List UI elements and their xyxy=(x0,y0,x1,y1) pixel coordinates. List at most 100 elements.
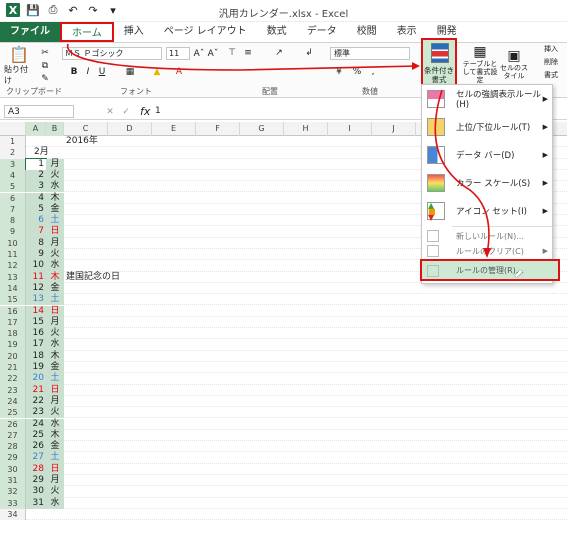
format-cells-button[interactable]: 書式 xyxy=(536,70,566,80)
cell-c[interactable] xyxy=(64,475,264,486)
cell-b[interactable] xyxy=(46,147,64,158)
fill-color-icon[interactable]: ▲ xyxy=(150,66,164,78)
row-header[interactable]: 16 xyxy=(0,305,26,317)
cell-a[interactable]: 19 xyxy=(26,362,46,374)
cell-c[interactable] xyxy=(64,362,264,373)
cell-b[interactable]: 土 xyxy=(46,294,64,306)
cell-c[interactable] xyxy=(64,238,264,249)
cell-b[interactable]: 日 xyxy=(46,384,64,396)
cell-b[interactable]: 土 xyxy=(46,452,64,464)
cell-b[interactable]: 火 xyxy=(46,249,64,261)
cell-a[interactable]: 9 xyxy=(26,249,46,261)
cell-a[interactable]: 31 xyxy=(26,497,46,509)
cell-a[interactable]: 21 xyxy=(26,384,46,396)
cell-b[interactable] xyxy=(46,509,64,520)
row-header[interactable]: 30 xyxy=(0,463,26,475)
cell-b[interactable]: 月 xyxy=(46,395,64,408)
cell-b[interactable]: 土 xyxy=(46,215,64,227)
cell-b[interactable]: 水 xyxy=(46,418,64,430)
menu-item-top-bottom[interactable]: 上位/下位ルール(T) ▶ xyxy=(422,115,554,139)
cell-c[interactable] xyxy=(64,215,264,226)
row-header[interactable]: 14 xyxy=(0,282,26,295)
row-header[interactable]: 33 xyxy=(0,497,26,509)
cell-b[interactable]: 火 xyxy=(46,328,64,340)
row-header[interactable]: 32 xyxy=(0,486,26,498)
cell-c[interactable] xyxy=(64,430,264,441)
copy-icon[interactable]: ⧉ xyxy=(38,60,52,72)
cell-c[interactable] xyxy=(64,509,264,520)
cell-b[interactable]: 金 xyxy=(46,362,64,374)
name-box[interactable]: A3 xyxy=(4,105,74,118)
cell-a[interactable]: 15 xyxy=(26,316,46,329)
cell-b[interactable]: 日 xyxy=(46,463,64,475)
font-name-select[interactable]: ＭＳ Ｐゴシック xyxy=(62,47,162,60)
cell-b[interactable]: 木 xyxy=(46,429,64,442)
cell-b[interactable]: 火 xyxy=(46,486,64,498)
cell-c[interactable]: 2016年 xyxy=(64,136,264,147)
wrap-text-icon[interactable]: ↲ xyxy=(302,47,316,59)
cell-c[interactable] xyxy=(64,351,264,362)
row-header[interactable]: 27 xyxy=(0,429,26,442)
row-header[interactable]: 3 xyxy=(0,158,26,170)
cell-a[interactable]: 20 xyxy=(26,373,46,385)
menu-item-clear-rules[interactable]: ルールのクリア(C) ▶ xyxy=(422,244,554,258)
cell-c[interactable] xyxy=(64,249,264,260)
cell-a[interactable]: 8 xyxy=(26,237,46,249)
column-header-a[interactable]: A xyxy=(26,122,46,136)
row-header[interactable]: 17 xyxy=(0,316,26,329)
cut-icon[interactable]: ✂ xyxy=(38,47,52,59)
cell-a[interactable]: 14 xyxy=(26,305,46,317)
row-header[interactable]: 31 xyxy=(0,475,26,487)
cell-c[interactable] xyxy=(64,464,264,475)
cell-a[interactable]: 25 xyxy=(26,429,46,442)
align-middle-icon[interactable]: ≡ xyxy=(241,47,255,59)
tab-page-layout[interactable]: ページ レイアウト xyxy=(154,22,257,42)
font-size-select[interactable]: 11 xyxy=(166,47,190,60)
format-painter-icon[interactable]: ✎ xyxy=(38,73,52,85)
menu-item-data-bar[interactable]: データ バー(D) ▶ xyxy=(422,143,554,167)
delete-cells-button[interactable]: 削除 xyxy=(536,57,566,67)
tab-formulas[interactable]: 数式 xyxy=(257,22,297,42)
cell-a[interactable]: 10 xyxy=(26,260,46,272)
column-header-f[interactable]: F xyxy=(196,122,240,136)
cell-c[interactable] xyxy=(64,317,264,328)
tab-home[interactable]: ホーム xyxy=(60,22,114,42)
row-header[interactable]: 15 xyxy=(0,294,26,306)
enter-icon[interactable]: ✓ xyxy=(120,106,132,118)
cell-a[interactable]: 3 xyxy=(26,181,46,193)
row-header[interactable]: 18 xyxy=(0,328,26,340)
row-header[interactable]: 7 xyxy=(0,203,26,216)
row-header[interactable]: 26 xyxy=(0,418,26,430)
cell-a[interactable]: 13 xyxy=(26,294,46,306)
cell-c[interactable]: 建国記念の日 xyxy=(64,272,264,283)
cell-a[interactable]: 16 xyxy=(26,328,46,340)
cell-a[interactable]: 6 xyxy=(26,215,46,227)
cell-c[interactable] xyxy=(64,452,264,463)
column-header-c[interactable]: C xyxy=(64,122,108,136)
font-color-icon[interactable]: A xyxy=(172,66,186,78)
cell-b[interactable] xyxy=(46,136,64,147)
cell-c[interactable] xyxy=(64,181,264,192)
cell-c[interactable] xyxy=(64,396,264,407)
cell-a[interactable]: 28 xyxy=(26,463,46,475)
cell-a[interactable]: 27 xyxy=(26,452,46,464)
tab-file[interactable]: ファイル xyxy=(0,22,60,42)
grow-font-icon[interactable]: Aˆ xyxy=(193,47,205,60)
tab-review[interactable]: 校閲 xyxy=(347,22,387,42)
cell-c[interactable] xyxy=(64,441,264,452)
cell-a[interactable]: 18 xyxy=(26,350,46,362)
row-header[interactable]: 8 xyxy=(0,215,26,227)
column-header-d[interactable]: D xyxy=(108,122,152,136)
row-header[interactable]: 1 xyxy=(0,136,26,148)
cell-b[interactable]: 月 xyxy=(46,237,64,249)
tab-data[interactable]: データ xyxy=(297,22,347,42)
menu-item-manage-rules[interactable]: ルールの管理(R)... ⬈ xyxy=(420,259,560,281)
cell-b[interactable]: 木 xyxy=(46,350,64,362)
formula-input[interactable]: 1 xyxy=(155,106,161,116)
cell-b[interactable]: 金 xyxy=(46,282,64,295)
number-format-select[interactable]: 標準 xyxy=(330,47,410,60)
cell-a[interactable]: 11 xyxy=(26,271,46,283)
column-header-g[interactable]: G xyxy=(240,122,284,136)
row-header[interactable]: 19 xyxy=(0,339,26,351)
format-as-table-button[interactable]: ▦ テーブルとして書式設定 xyxy=(462,44,498,84)
